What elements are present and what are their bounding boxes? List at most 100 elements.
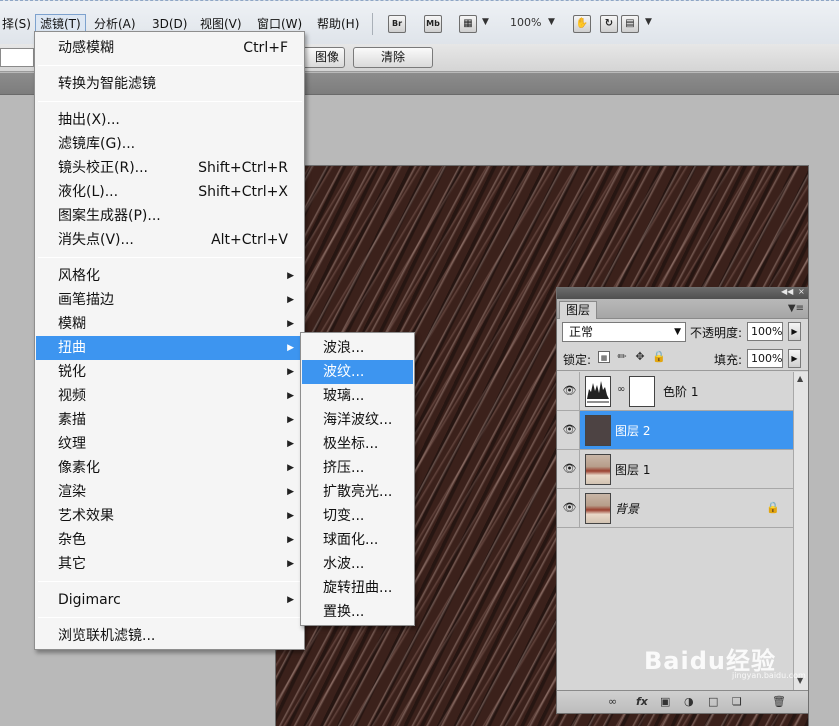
layer-name[interactable]: 图层 2 (615, 422, 650, 439)
link-icon[interactable]: ∞ (617, 384, 625, 395)
submenu-item-polar-coordinates[interactable]: 极坐标... (302, 432, 413, 456)
submenu-item-displace[interactable]: 置换... (302, 600, 413, 624)
menu-item-last-filter[interactable]: 动感模糊 Ctrl+F (36, 36, 303, 60)
menu-item-texture[interactable]: 纹理 ▶ (36, 432, 303, 456)
menu-item-sketch[interactable]: 素描 ▶ (36, 408, 303, 432)
submenu-item-ripple[interactable]: 波纹... (302, 360, 413, 384)
menu-item-pixelate[interactable]: 像素化 ▶ (36, 456, 303, 480)
layer-name[interactable]: 图层 1 (615, 461, 650, 478)
menu-item-label: 液化(L)... (58, 184, 119, 200)
menu-item-lens-correction[interactable]: 镜头校正(R)... Shift+Ctrl+R (36, 156, 303, 180)
menu-item-digimarc[interactable]: Digimarc ▶ (36, 588, 303, 612)
menu-item-browse-online-filters[interactable]: 浏览联机滤镜... (36, 624, 303, 648)
close-icon[interactable]: × (798, 287, 805, 296)
menu-select[interactable]: 择(S) (0, 14, 35, 34)
menu-item-render[interactable]: 渲染 ▶ (36, 480, 303, 504)
submenu-item-wave[interactable]: 波浪... (302, 336, 413, 360)
visibility-toggle[interactable]: 👁 (557, 372, 580, 410)
eye-icon[interactable]: 👁 (562, 502, 577, 514)
lock-transparency-icon[interactable]: ▦ (598, 351, 610, 363)
menu-item-pattern-maker[interactable]: 图案生成器(P)... (36, 204, 303, 228)
scroll-up-icon[interactable]: ▲ (797, 374, 803, 383)
eye-icon[interactable]: 👁 (562, 463, 577, 475)
menu-help[interactable]: 帮助(H) (313, 14, 363, 34)
chevron-down-icon[interactable]: ▼ (482, 17, 489, 27)
tab-layers[interactable]: 图层 (559, 301, 597, 319)
lock-paint-icon[interactable]: ✏ (616, 351, 628, 363)
submenu-item-diffuse-glow[interactable]: 扩散亮光... (302, 480, 413, 504)
fill-label: 填充: (714, 353, 743, 367)
menu-item-video[interactable]: 视频 ▶ (36, 384, 303, 408)
arrange-documents-icon[interactable]: ▤ (621, 15, 639, 33)
bridge-icon[interactable]: Br (388, 15, 406, 33)
panel-tab-bar: 图层 ▼≡ (557, 299, 808, 319)
menu-item-sharpen[interactable]: 锐化 ▶ (36, 360, 303, 384)
menu-item-label: 像素化 (58, 460, 100, 476)
menu-item-liquify[interactable]: 液化(L)... Shift+Ctrl+X (36, 180, 303, 204)
menu-separator (38, 257, 302, 258)
options-input[interactable] (0, 48, 34, 67)
submenu-item-zigzag[interactable]: 水波... (302, 552, 413, 576)
mini-bridge-icon[interactable]: Mb (424, 15, 442, 33)
visibility-toggle[interactable]: 👁 (557, 411, 580, 449)
hand-tool-icon[interactable]: ✋ (573, 15, 591, 33)
trash-icon[interactable]: 🗑 (772, 695, 786, 708)
layer-row-selected[interactable]: 👁 图层 2 (557, 411, 793, 450)
layer-row[interactable]: 👁 ∞ 色阶 1 (557, 372, 793, 411)
add-mask-icon[interactable]: ▣ (660, 695, 670, 708)
opacity-slider-toggle[interactable]: ▶ (788, 322, 801, 341)
visibility-toggle[interactable]: 👁 (557, 489, 580, 527)
menu-item-label: 画笔描边 (58, 292, 114, 308)
menu-item-blur[interactable]: 模糊 ▶ (36, 312, 303, 336)
fill-slider-toggle[interactable]: ▶ (788, 349, 801, 368)
visibility-toggle[interactable]: 👁 (557, 450, 580, 488)
chevron-down-icon[interactable]: ▼ (548, 17, 555, 27)
menu-item-artistic[interactable]: 艺术效果 ▶ (36, 504, 303, 528)
panel-menu-icon[interactable]: ▼≡ (788, 303, 804, 314)
lock-all-icon[interactable]: 🔒 (652, 351, 666, 363)
layers-footer: ∞ fx ▣ ◑ □ ❏ 🗑 (557, 690, 808, 713)
lock-position-icon[interactable]: ✥ (634, 351, 646, 363)
menu-item-brush-strokes[interactable]: 画笔描边 ▶ (36, 288, 303, 312)
layer-name[interactable]: 背景 (615, 500, 639, 517)
fill-input[interactable]: 100% (747, 349, 783, 368)
submenu-item-spherize[interactable]: 球面化... (302, 528, 413, 552)
blend-mode-select[interactable]: 正常 ▼ (562, 322, 686, 342)
opacity-input[interactable]: 100% (747, 322, 783, 341)
eye-icon[interactable]: 👁 (562, 424, 577, 436)
layer-style-icon[interactable]: fx (636, 695, 648, 708)
layer-row[interactable]: 👁 背景 🔒 (557, 489, 793, 528)
menu-item-vanishing-point[interactable]: 消失点(V)... Alt+Ctrl+V (36, 228, 303, 252)
submenu-item-twirl[interactable]: 旋转扭曲... (302, 576, 413, 600)
grid-icon[interactable]: ▦ (459, 15, 477, 33)
zoom-level[interactable]: 100% (510, 16, 541, 29)
layer-mask-thumbnail[interactable] (629, 376, 655, 407)
collapse-icon[interactable]: ◀◀ (781, 287, 793, 296)
menu-item-extract[interactable]: 抽出(X)... (36, 108, 303, 132)
menu-item-label: 图案生成器(P)... (58, 208, 161, 224)
layer-row[interactable]: 👁 图层 1 (557, 450, 793, 489)
shortcut-label: Ctrl+F (243, 40, 288, 56)
menu-item-distort[interactable]: 扭曲 ▶ (36, 336, 303, 360)
submenu-item-shear[interactable]: 切变... (302, 504, 413, 528)
eye-icon[interactable]: 👁 (562, 385, 577, 397)
submenu-item-pinch[interactable]: 挤压... (302, 456, 413, 480)
menu-item-stylize[interactable]: 风格化 ▶ (36, 264, 303, 288)
submenu-item-glass[interactable]: 玻璃... (302, 384, 413, 408)
adjustment-layer-icon[interactable]: ◑ (684, 695, 694, 708)
menu-item-label: 滤镜库(G)... (58, 136, 136, 152)
menu-item-label: 模糊 (58, 316, 86, 332)
link-layers-icon[interactable]: ∞ (608, 695, 617, 708)
menu-item-label: 纹理 (58, 436, 86, 452)
menu-item-noise[interactable]: 杂色 ▶ (36, 528, 303, 552)
rotate-view-icon[interactable]: ↻ (600, 15, 618, 33)
menu-item-other[interactable]: 其它 ▶ (36, 552, 303, 576)
chevron-down-icon[interactable]: ▼ (645, 17, 652, 27)
new-layer-icon[interactable]: ❏ (732, 695, 742, 708)
new-group-icon[interactable]: □ (708, 695, 718, 708)
clear-button[interactable]: 清除 (353, 47, 433, 68)
menu-item-convert-smart-filter[interactable]: 转换为智能滤镜 (36, 72, 303, 96)
layer-name[interactable]: 色阶 1 (663, 383, 698, 400)
menu-item-filter-gallery[interactable]: 滤镜库(G)... (36, 132, 303, 156)
submenu-item-ocean-ripple[interactable]: 海洋波纹... (302, 408, 413, 432)
